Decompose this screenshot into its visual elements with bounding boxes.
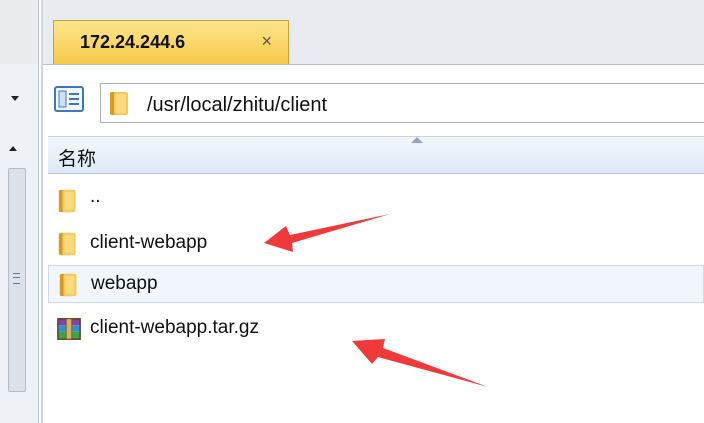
list-item-client-webapp[interactable]: client-webapp [48,225,704,263]
file-name: client-webapp.tar.gz [90,317,259,338]
tab-bar: 172.24.244.6 × [43,0,704,65]
file-name: .. [90,186,101,207]
left-pane-header [0,0,38,64]
file-name: client-webapp [90,232,208,253]
view-toggle-icon[interactable] [54,85,84,113]
dropdown-arrow-icon[interactable] [11,96,19,101]
archive-icon [57,318,81,340]
column-header-name[interactable]: 名称 [58,144,96,171]
scroll-grip-icon[interactable] [13,273,20,284]
scroll-up-icon[interactable] [9,146,17,151]
address-bar: /usr/local/zhitu/client [48,80,704,128]
list-item-webapp[interactable]: webapp [48,265,704,303]
folder-icon [58,189,76,213]
tab-title: 172.24.244.6 [80,32,186,52]
column-header[interactable]: 名称 [48,136,704,174]
list-item-parent-dir[interactable]: .. [48,182,704,220]
path-field[interactable]: /usr/local/zhitu/client [100,83,704,123]
tab-remote-host[interactable]: 172.24.244.6 × [53,20,289,64]
sort-ascending-icon [411,137,423,143]
left-scrollbar[interactable] [8,168,26,392]
close-icon[interactable]: × [261,31,272,52]
left-pane [0,0,39,423]
path-text[interactable]: /usr/local/zhitu/client [147,94,327,117]
folder-icon [110,92,128,115]
folder-icon [59,273,77,297]
folder-icon [58,232,76,256]
file-name: webapp [91,273,158,294]
list-item-client-webapp-archive[interactable]: client-webapp.tar.gz [48,310,704,348]
